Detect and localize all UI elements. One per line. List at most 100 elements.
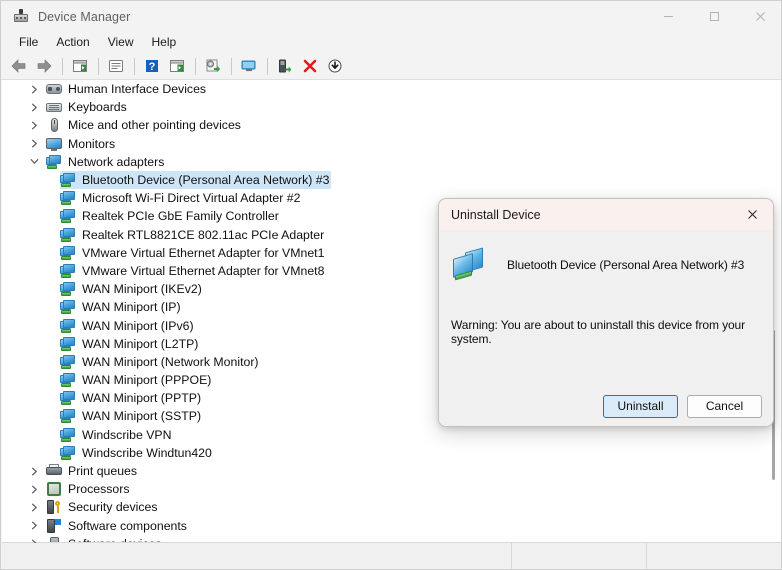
network-adapter-icon (60, 190, 76, 206)
tree-item-label: Processors (68, 482, 130, 497)
menu-view[interactable]: View (99, 33, 143, 52)
network-adapter-icon (60, 227, 76, 243)
network-adapter-icon (60, 299, 76, 315)
toolbar-separator (62, 57, 63, 75)
hid-icon (46, 81, 62, 97)
tree-item[interactable]: Processors (2, 480, 781, 498)
tree-item[interactable]: Mice and other pointing devices (2, 116, 781, 134)
uninstall-device-dialog: Uninstall Device Bluetooth Device (Perso… (438, 198, 774, 427)
show-hide-console-tree-button[interactable] (68, 55, 92, 78)
network-adapter-icon (60, 263, 76, 279)
chevron-right-icon[interactable] (26, 99, 42, 115)
tree-item[interactable]: Bluetooth Device (Personal Area Network)… (2, 170, 781, 190)
network-adapter-icon (60, 281, 76, 297)
chevron-right-icon[interactable] (26, 481, 42, 497)
chevron-right-icon[interactable] (26, 536, 42, 543)
chevron-right-icon[interactable] (26, 518, 42, 534)
enable-device-button[interactable] (273, 55, 297, 78)
dialog-close-button[interactable] (731, 199, 773, 230)
printer-icon (46, 463, 62, 479)
disable-device-button[interactable] (323, 55, 347, 78)
chevron-down-icon[interactable] (26, 154, 42, 170)
processor-icon (46, 481, 62, 497)
tree-item-label: VMware Virtual Ethernet Adapter for VMne… (82, 263, 325, 278)
toolbar-separator (98, 57, 99, 75)
chevron-right-icon[interactable] (26, 136, 42, 152)
tree-item-label: Security devices (68, 500, 158, 515)
show-hide-action-pane-button[interactable] (165, 55, 189, 78)
menu-action[interactable]: Action (47, 33, 98, 52)
network-adapter-icon (60, 318, 76, 334)
toolbar-separator (195, 57, 196, 75)
tree-item-label: WAN Miniport (PPTP) (82, 391, 202, 406)
network-adapter-icon (60, 372, 76, 388)
tree-item-label: Keyboards (68, 100, 127, 115)
tree-item-label: Software components (68, 518, 187, 533)
help-button[interactable]: ? (140, 55, 164, 78)
minimize-button[interactable] (645, 1, 691, 32)
chevron-right-icon[interactable] (26, 117, 42, 133)
status-segment-2 (646, 542, 781, 569)
network-adapter-icon (60, 354, 76, 370)
status-segment-1 (511, 542, 646, 569)
tree-item[interactable]: Network adapters (2, 153, 781, 171)
maximize-button[interactable] (691, 1, 737, 32)
dialog-body: Bluetooth Device (Personal Area Network)… (439, 230, 773, 388)
close-button[interactable] (737, 1, 781, 32)
network-adapter-icon (60, 336, 76, 352)
network-adapter-icon (60, 245, 76, 261)
tree-item[interactable]: Human Interface Devices (2, 80, 781, 98)
uninstall-device-button[interactable] (298, 55, 322, 78)
properties-button[interactable] (104, 55, 128, 78)
software-component-icon (46, 518, 62, 534)
update-driver-button[interactable] (201, 55, 225, 78)
dialog-title-bar: Uninstall Device (439, 199, 773, 230)
tree-item[interactable]: Keyboards (2, 98, 781, 116)
tree-item[interactable]: Windscribe VPN (2, 426, 781, 444)
forward-button[interactable] (32, 55, 56, 78)
network-adapter-icon (60, 172, 76, 188)
chevron-right-icon[interactable] (26, 463, 42, 479)
network-adapter-icon (60, 427, 76, 443)
tree-item[interactable]: Software components (2, 517, 781, 535)
chevron-right-icon[interactable] (26, 81, 42, 97)
svg-text:?: ? (149, 61, 156, 73)
cancel-button[interactable]: Cancel (687, 394, 762, 418)
dialog-footer: Uninstall Cancel (439, 386, 773, 426)
security-device-icon (46, 499, 62, 515)
network-adapter-icon (60, 445, 76, 461)
toolbar: ? (1, 53, 781, 80)
monitor-icon (46, 136, 62, 152)
window-controls (645, 1, 781, 32)
back-button[interactable] (7, 55, 31, 78)
tree-item-label: WAN Miniport (PPPOE) (82, 373, 212, 388)
tree-item-label: Mice and other pointing devices (68, 118, 241, 133)
menu-help[interactable]: Help (143, 33, 186, 52)
uninstall-button[interactable]: Uninstall (603, 394, 678, 418)
network-adapter-icon (46, 154, 62, 170)
network-adapter-icon (60, 390, 76, 406)
scan-for-hardware-changes-button[interactable] (237, 55, 261, 78)
network-adapter-icon (60, 408, 76, 424)
window-title: Device Manager (38, 9, 131, 24)
chevron-right-icon[interactable] (26, 499, 42, 515)
tree-item[interactable]: Security devices (2, 498, 781, 516)
status-text (2, 543, 511, 569)
tree-item-label: WAN Miniport (SSTP) (82, 409, 202, 424)
network-device-icon (451, 247, 489, 282)
tree-item-label: Realtek PCIe GbE Family Controller (82, 209, 279, 224)
keyboard-icon (46, 99, 62, 115)
tree-item-label: Windscribe VPN (82, 427, 172, 442)
tree-item[interactable]: Print queues (2, 462, 781, 480)
tree-item-label: Print queues (68, 464, 138, 479)
tree-item-label: Bluetooth Device (Personal Area Network)… (82, 173, 330, 188)
dialog-warning-text: Warning: You are about to uninstall this… (451, 318, 746, 346)
tree-item[interactable]: Windscribe Windtun420 (2, 444, 781, 462)
menu-file[interactable]: File (10, 33, 47, 52)
mouse-icon (46, 117, 62, 133)
tree-item-label: WAN Miniport (IP) (82, 300, 181, 315)
tree-item-label: WAN Miniport (IPv6) (82, 318, 194, 333)
tree-item[interactable]: Monitors (2, 135, 781, 153)
dialog-title: Uninstall Device (451, 207, 541, 222)
tree-item-label: Monitors (68, 136, 116, 151)
